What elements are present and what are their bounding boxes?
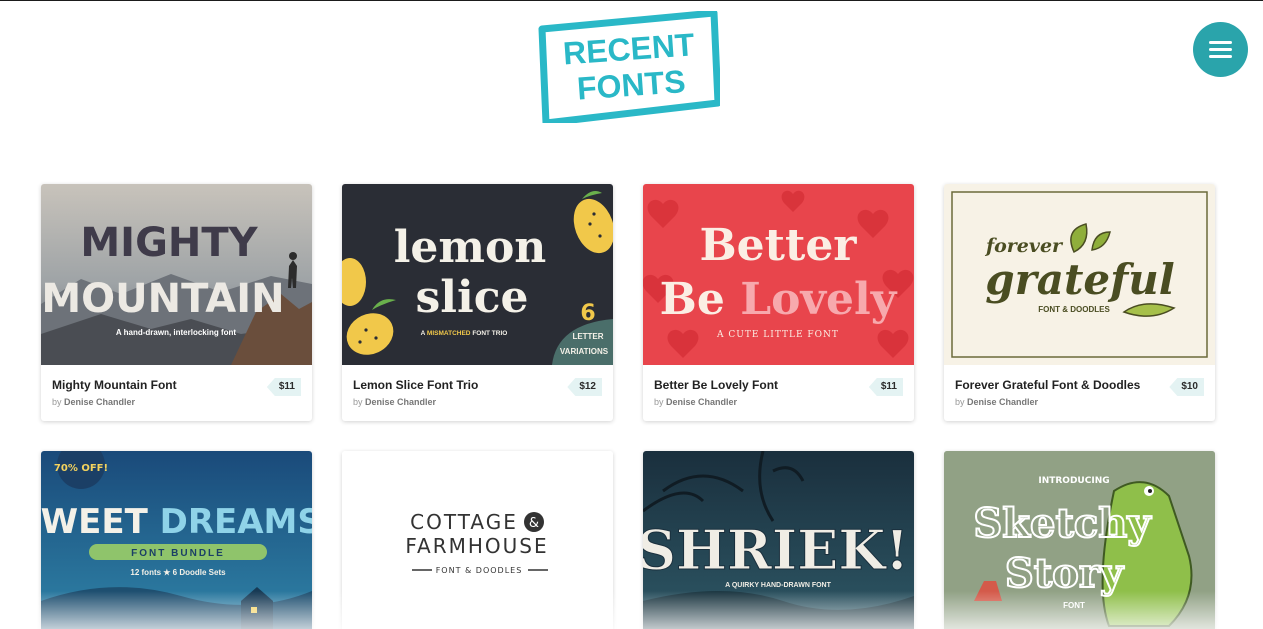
font-author: by Denise Chandler — [52, 397, 301, 407]
art-tagline-c: FONT TRIO — [472, 330, 507, 337]
author-link[interactable]: Denise Chandler — [666, 397, 737, 407]
art-title-line-1a: SWEET — [41, 502, 149, 542]
art-badge-number: 6 — [580, 301, 595, 326]
art-tagline: A hand-drawn, interlocking font — [116, 328, 236, 337]
font-thumbnail[interactable]: 70% OFF! SWEET DREAMS FONT BUNDLE 12 fon… — [41, 451, 312, 629]
art-badge-line-1: LETTER — [572, 332, 603, 341]
art-title-line-1: lemon — [394, 222, 547, 273]
font-card-mighty-mountain[interactable]: MIGHTY MOUNTAIN A hand-drawn, interlocki… — [41, 184, 312, 421]
art-tagline: A CUTE LITTLE FONT — [716, 330, 839, 340]
art-tagline: FONT & DOODLES — [1038, 305, 1110, 314]
art-title-line-1: forever — [984, 235, 1064, 257]
font-card-lemon-slice[interactable]: lemon slice A MISMATCHED FONT TRIO 6 LET… — [342, 184, 613, 421]
art-title-line-2: MOUNTAIN — [41, 276, 284, 322]
art-title-line-2a: Be — [660, 274, 725, 325]
art-tagline: FONT — [1063, 601, 1085, 610]
art-title-line-2: FARMHOUSE — [405, 534, 548, 558]
font-thumbnail[interactable]: COTTAGE & FARMHOUSE FONT & DOODLES — [342, 451, 613, 629]
font-title[interactable]: Better Be Lovely Font — [654, 378, 903, 392]
author-prefix: by — [654, 397, 664, 407]
art-ampersand: & — [529, 516, 539, 531]
font-thumbnail[interactable]: Better Be Lovely A CUTE LITTLE FONT — [643, 184, 914, 365]
author-prefix: by — [52, 397, 62, 407]
font-card-sketchy-story[interactable]: INTRODUCING Sketchy Story FONT — [944, 451, 1215, 629]
font-thumbnail[interactable]: INTRODUCING Sketchy Story FONT — [944, 451, 1215, 629]
font-thumbnail[interactable]: forever grateful FONT & DOODLES — [944, 184, 1215, 365]
art-title-line-1: SWEET DREAMS — [41, 502, 312, 542]
art-overline: INTRODUCING — [1038, 476, 1109, 486]
recent-fonts-logo[interactable]: RECENT FONTS — [538, 11, 720, 123]
art-tagline: A QUIRKY HAND-DRAWN FONT — [725, 582, 831, 589]
art-title-line-2: Story — [1005, 550, 1125, 597]
art-title-line-2: FONT BUNDLE — [131, 548, 225, 559]
art-title-line-2: slice — [416, 272, 529, 323]
art-title-line-1: Better — [699, 220, 857, 271]
font-author: by Denise Chandler — [654, 397, 903, 407]
author-link[interactable]: Denise Chandler — [365, 397, 436, 407]
hamburger-menu-icon — [1209, 41, 1232, 44]
art-tagline-a: A — [421, 330, 426, 337]
font-card-cottage-farmhouse[interactable]: COTTAGE & FARMHOUSE FONT & DOODLES — [342, 451, 613, 629]
art-tagline-b: MISMATCHED — [427, 330, 471, 337]
author-link[interactable]: Denise Chandler — [64, 397, 135, 407]
art-title-line-1: MIGHTY — [80, 220, 258, 266]
font-title[interactable]: Forever Grateful Font & Doodles — [955, 378, 1204, 392]
art-title-line-1: Sketchy — [973, 500, 1152, 547]
author-link[interactable]: Denise Chandler — [967, 397, 1038, 407]
art-title-line-2b: Lovely — [740, 274, 898, 325]
font-thumbnail[interactable]: SHRIEK! A QUIRKY HAND-DRAWN FONT — [643, 451, 914, 629]
hamburger-menu-icon-bar — [1209, 55, 1232, 58]
art-title-line-2: grateful — [985, 255, 1174, 304]
author-prefix: by — [955, 397, 965, 407]
art-title-line-2: Be Lovely — [660, 274, 898, 325]
font-author: by Denise Chandler — [955, 397, 1204, 407]
font-card-better-be-lovely[interactable]: Better Be Lovely A CUTE LITTLE FONT Bett… — [643, 184, 914, 421]
font-thumbnail[interactable]: lemon slice A MISMATCHED FONT TRIO 6 LET… — [342, 184, 613, 365]
menu-button[interactable] — [1193, 22, 1248, 77]
font-thumbnail[interactable]: MIGHTY MOUNTAIN A hand-drawn, interlocki… — [41, 184, 312, 365]
art-title-line-1: COTTAGE — [410, 510, 518, 534]
art-tagline: 12 fonts ★ 6 Doodle Sets — [130, 568, 226, 577]
art-title-line-1: SHRIEK! — [643, 518, 909, 582]
logo-line-2: FONTS — [576, 63, 687, 106]
art-tagline: A MISMATCHED FONT TRIO — [421, 330, 508, 337]
art-badge: 70% OFF! — [54, 463, 108, 474]
font-title[interactable]: Lemon Slice Font Trio — [353, 378, 602, 392]
art-badge-line-2: VARIATIONS — [560, 347, 609, 356]
author-prefix: by — [353, 397, 363, 407]
font-author: by Denise Chandler — [353, 397, 602, 407]
art-title-line-1b: DREAMS — [160, 502, 312, 542]
font-card-forever-grateful[interactable]: forever grateful FONT & DOODLES Forever … — [944, 184, 1215, 421]
font-title[interactable]: Mighty Mountain Font — [52, 378, 301, 392]
hamburger-menu-icon-bar — [1209, 48, 1232, 51]
font-card-shriek[interactable]: SHRIEK! A QUIRKY HAND-DRAWN FONT — [643, 451, 914, 629]
art-tagline: FONT & DOODLES — [436, 566, 523, 575]
font-card-sweet-dreams[interactable]: 70% OFF! SWEET DREAMS FONT BUNDLE 12 fon… — [41, 451, 312, 629]
